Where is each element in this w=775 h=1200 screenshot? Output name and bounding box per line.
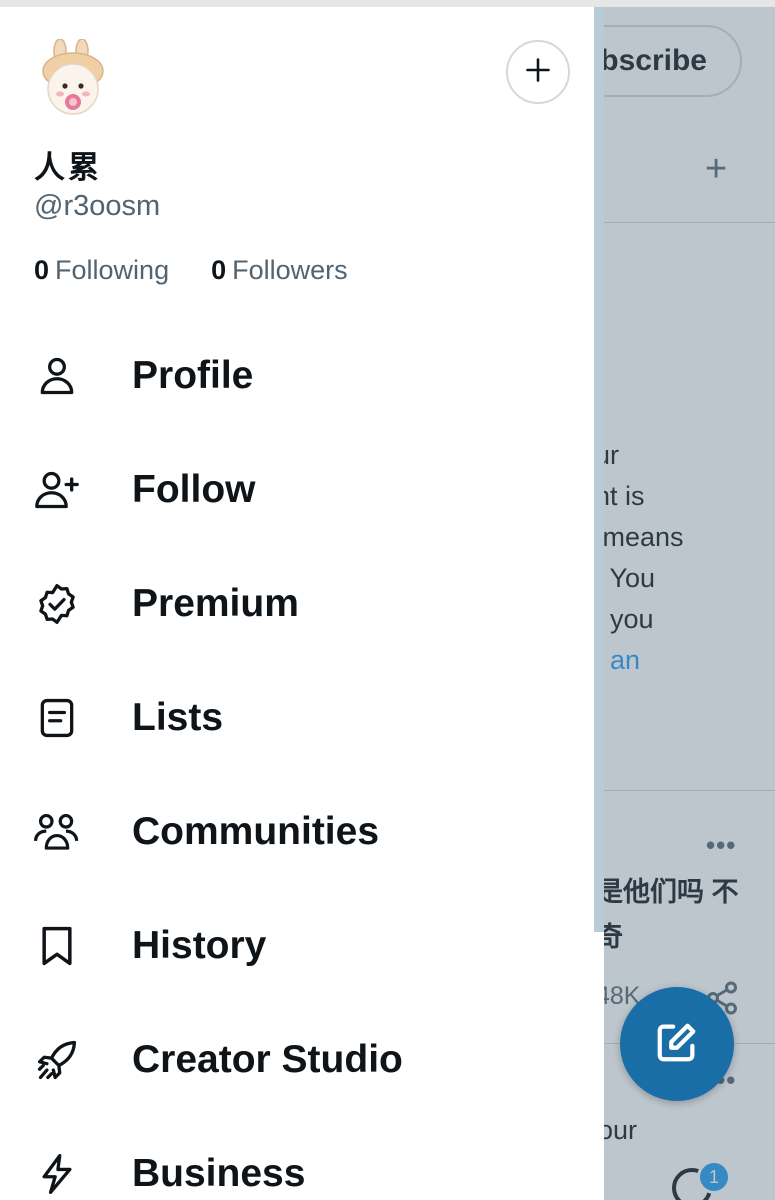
list-icon [29, 690, 85, 746]
nav-item-follow[interactable]: Follow [0, 433, 594, 547]
add-account-button[interactable] [506, 40, 570, 104]
compose-button[interactable] [620, 987, 734, 1101]
drawer-nav: Profile Follow Premium Lists Communities [0, 319, 594, 1200]
nav-item-history[interactable]: History [0, 889, 594, 1003]
nav-label: Follow [132, 468, 256, 511]
drawer-edge-lower [594, 932, 604, 1200]
nav-label: History [132, 924, 267, 967]
lightning-icon [29, 1146, 85, 1200]
communities-icon [29, 804, 85, 860]
nav-label: Premium [132, 582, 299, 625]
nav-label: Lists [132, 696, 224, 739]
bookmark-icon [29, 918, 85, 974]
nav-label: Profile [132, 354, 254, 397]
nav-item-premium[interactable]: Premium [0, 547, 594, 661]
following-stat[interactable]: 0 Following [34, 255, 169, 286]
status-strip [0, 0, 775, 7]
person-icon [29, 348, 85, 404]
plus-icon [524, 56, 552, 89]
nav-item-communities[interactable]: Communities [0, 775, 594, 889]
nav-item-creator-studio[interactable]: Creator Studio [0, 1003, 594, 1117]
person-add-icon [29, 462, 85, 518]
drawer-edge [594, 7, 604, 932]
nav-item-lists[interactable]: Lists [0, 661, 594, 775]
verified-badge-icon [29, 576, 85, 632]
compose-icon [654, 1019, 700, 1070]
nav-label: Business [132, 1152, 306, 1195]
nav-label: Creator Studio [132, 1038, 403, 1081]
nav-item-business[interactable]: Business [0, 1117, 594, 1200]
side-drawer: 人累 @r3oosm 0 Following 0 Followers Profile… [0, 7, 594, 1200]
followers-stat[interactable]: 0 Followers [211, 255, 348, 286]
user-handle: @r3oosm [34, 190, 161, 222]
display-name: 人累 [34, 150, 102, 185]
avatar[interactable] [38, 38, 108, 119]
rocket-icon [29, 1032, 85, 1088]
follow-stats: 0 Following 0 Followers [34, 255, 348, 286]
nav-label: Communities [132, 810, 380, 853]
nav-item-profile[interactable]: Profile [0, 319, 594, 433]
